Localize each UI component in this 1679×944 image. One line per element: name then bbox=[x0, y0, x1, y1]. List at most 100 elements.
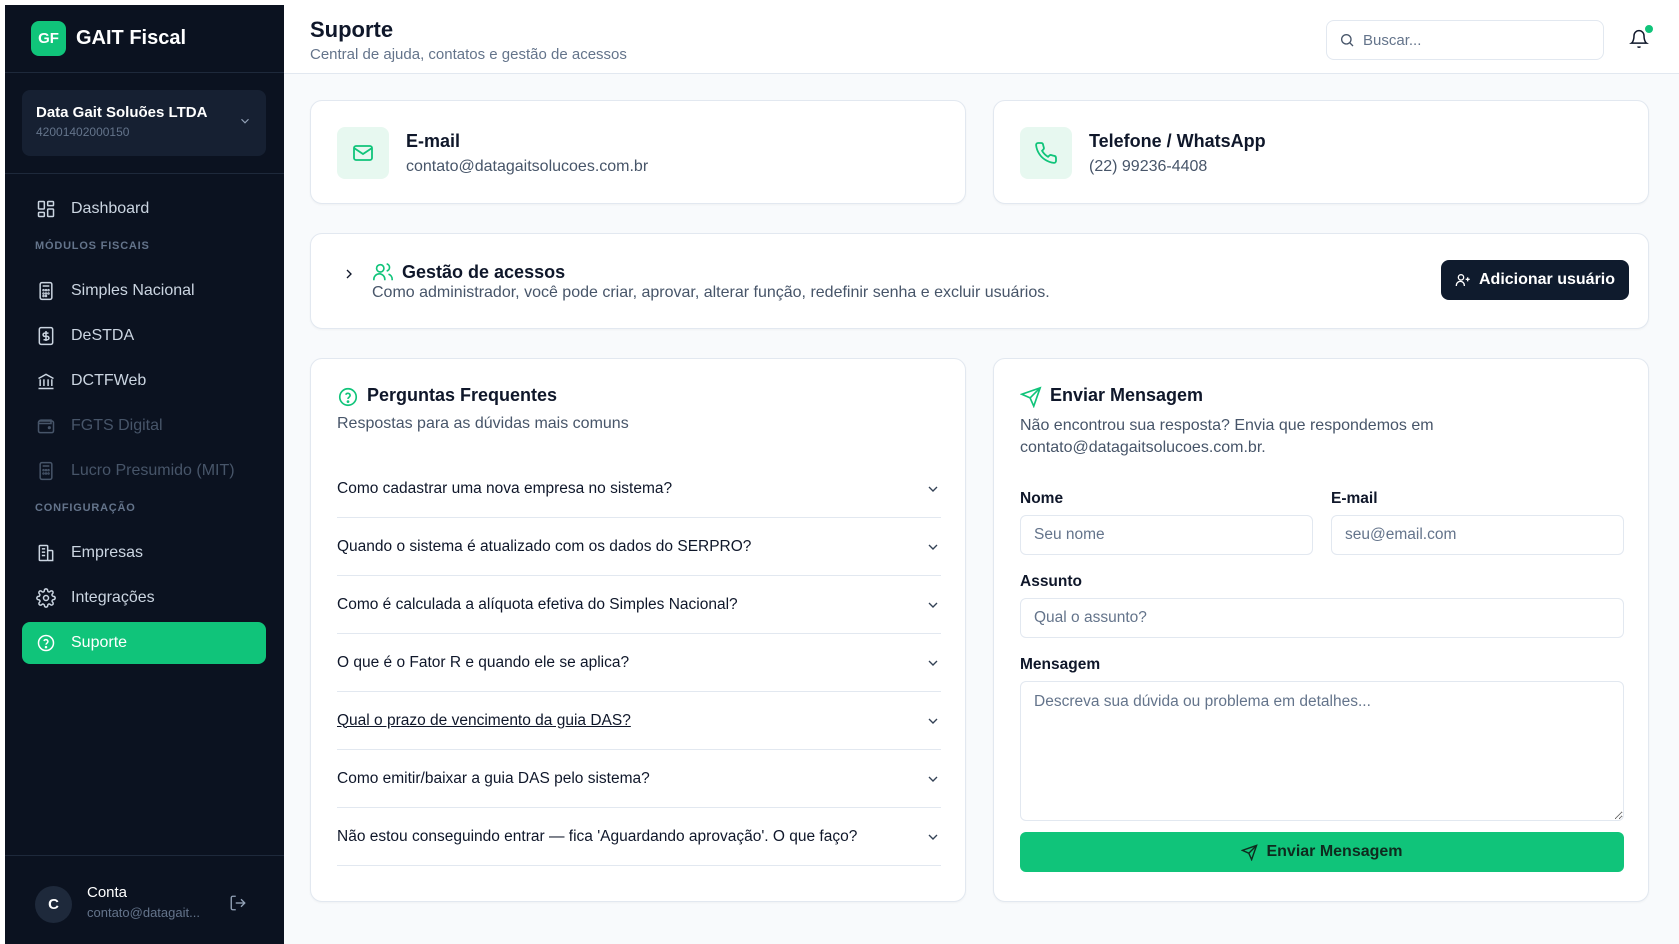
chevron-down-icon bbox=[928, 544, 938, 550]
sidebar-item-label: Lucro Presumido (MIT) bbox=[71, 462, 235, 479]
name-label: Nome bbox=[1020, 490, 1064, 507]
bank-icon bbox=[35, 370, 57, 392]
brand-name: GAIT Fiscal bbox=[76, 27, 187, 49]
page-subtitle: Central de ajuda, contatos e gestão de a… bbox=[310, 46, 627, 63]
sidebar-item-simples-nacional[interactable]: Simples Nacional bbox=[22, 270, 266, 312]
faq-item[interactable]: Como cadastrar uma nova empresa no siste… bbox=[337, 460, 941, 518]
subject-field[interactable] bbox=[1020, 598, 1624, 638]
sidebar-item-dashboard[interactable]: Dashboard bbox=[22, 188, 266, 230]
wallet-icon bbox=[35, 415, 57, 437]
sidebar-item-label: DCTFWeb bbox=[71, 372, 147, 389]
faq-item[interactable]: Quando o sistema é atualizado com os dad… bbox=[337, 518, 941, 576]
faq-item[interactable]: Como emitir/baixar a guia DAS pelo siste… bbox=[337, 750, 941, 808]
faq-question: Como emitir/baixar a guia DAS pelo siste… bbox=[337, 769, 650, 787]
help-circle-icon bbox=[35, 632, 57, 654]
user-plus-icon bbox=[1455, 274, 1470, 286]
brand[interactable]: GF GAIT Fiscal bbox=[5, 5, 284, 73]
faq-question: O que é o Fator R e quando ele se aplica… bbox=[337, 653, 630, 671]
users-icon bbox=[373, 263, 393, 281]
sidebar-item-label: Simples Nacional bbox=[71, 282, 195, 299]
faq-card: Perguntas Frequentes Respostas para as d… bbox=[310, 358, 966, 902]
email-contact-card: E-mail contato@datagaitsolucoes.com.br bbox=[310, 100, 966, 204]
sidebar-item-label: DeSTDA bbox=[71, 327, 135, 344]
access-management-card[interactable]: Gestão de acessos Como administrador, vo… bbox=[310, 233, 1649, 329]
faq-question: Não estou conseguindo entrar — fica 'Agu… bbox=[337, 827, 858, 845]
brand-logo: GF bbox=[31, 21, 66, 56]
message-description: Não encontrou sua resposta? Envia que re… bbox=[1020, 417, 1434, 456]
notification-dot bbox=[1645, 25, 1653, 33]
message-title: Enviar Mensagem bbox=[1050, 385, 1204, 405]
send-message-button[interactable]: Enviar Mensagem bbox=[1020, 832, 1624, 872]
chevron-down-icon bbox=[928, 602, 938, 608]
send-message-label: Enviar Mensagem bbox=[1266, 843, 1403, 860]
mail-icon bbox=[337, 127, 389, 179]
building-icon bbox=[35, 542, 57, 564]
page-title: Suporte bbox=[310, 17, 394, 42]
chevron-right-icon[interactable] bbox=[341, 266, 357, 282]
gear-icon bbox=[35, 587, 57, 609]
faq-question: Como cadastrar uma nova empresa no siste… bbox=[337, 479, 673, 497]
phone-value[interactable]: (22) 99236-4408 bbox=[1089, 158, 1207, 176]
faq-question: Qual o prazo de vencimento da guia DAS? bbox=[337, 711, 631, 729]
sidebar-item-lucro-presumido: Lucro Presumido (MIT) bbox=[22, 450, 266, 492]
email-label: E-mail bbox=[406, 131, 461, 151]
phone-icon bbox=[1020, 127, 1072, 179]
company-cnpj: 42001402000150 bbox=[36, 125, 130, 139]
sidebar-item-suporte[interactable]: Suporte bbox=[22, 622, 266, 664]
phone-contact-card: Telefone / WhatsApp (22) 99236-4408 bbox=[993, 100, 1649, 204]
message-textarea[interactable] bbox=[1020, 681, 1624, 821]
chevron-down-icon bbox=[928, 718, 938, 724]
faq-question: Quando o sistema é atualizado com os dad… bbox=[337, 537, 752, 555]
faq-item[interactable]: Não estou conseguindo entrar — fica 'Agu… bbox=[337, 808, 941, 866]
email-value[interactable]: contato@datagaitsolucoes.com.br bbox=[406, 158, 648, 176]
account-panel: C Conta contato@datagait... bbox=[5, 855, 284, 944]
sidebar-item-label: Empresas bbox=[71, 544, 144, 561]
message-label: Mensagem bbox=[1020, 656, 1101, 673]
account-name: Conta bbox=[87, 884, 128, 901]
app-frame: GF GAIT Fiscal Data Gait Soluões LTDA 42… bbox=[5, 5, 1679, 944]
section-label-config: CONFIGURAÇÃO bbox=[35, 502, 136, 514]
faq-item[interactable]: Qual o prazo de vencimento da guia DAS? bbox=[337, 692, 941, 750]
account-email: contato@datagait... bbox=[87, 905, 200, 920]
access-description: Como administrador, você pode criar, apr… bbox=[372, 284, 1050, 301]
chevron-down-icon bbox=[928, 486, 938, 492]
sidebar-item-integracoes[interactable]: Integrações bbox=[22, 577, 266, 619]
chevron-down-icon bbox=[241, 118, 249, 124]
help-circle-icon bbox=[338, 387, 358, 407]
faq-question: Como é calculada a alíquota efetiva do S… bbox=[337, 595, 738, 613]
company-selector[interactable]: Data Gait Soluões LTDA 42001402000150 bbox=[22, 90, 266, 156]
add-user-button[interactable]: Adicionar usuário bbox=[1441, 260, 1629, 300]
chevron-down-icon bbox=[928, 776, 938, 782]
sidebar-item-label: Integrações bbox=[71, 589, 155, 606]
calculator-icon bbox=[35, 280, 57, 302]
email-field[interactable] bbox=[1331, 515, 1624, 555]
logout-icon[interactable] bbox=[229, 894, 247, 912]
avatar[interactable]: C bbox=[35, 886, 72, 923]
company-name: Data Gait Soluões LTDA bbox=[36, 104, 208, 121]
sidebar-item-destda[interactable]: DeSTDA bbox=[22, 315, 266, 357]
faq-subtitle: Respostas para as dúvidas mais comuns bbox=[337, 415, 629, 432]
faq-list: Como cadastrar uma nova empresa no siste… bbox=[337, 460, 941, 866]
top-header: Suporte Central de ajuda, contatos e ges… bbox=[284, 5, 1679, 74]
add-user-label: Adicionar usuário bbox=[1478, 271, 1616, 288]
sidebar-item-label: Suporte bbox=[71, 634, 128, 651]
search-icon bbox=[1341, 34, 1354, 47]
send-message-card: Enviar Mensagem Não encontrou sua respos… bbox=[993, 358, 1649, 902]
faq-item[interactable]: O que é o Fator R e quando ele se aplica… bbox=[337, 634, 941, 692]
email-field-label: E-mail bbox=[1331, 490, 1378, 507]
sidebar-item-label: FGTS Digital bbox=[71, 417, 163, 434]
dollar-doc-icon bbox=[35, 325, 57, 347]
sidebar-divider bbox=[5, 173, 284, 174]
sidebar-item-dctfweb[interactable]: DCTFWeb bbox=[22, 360, 266, 402]
name-field[interactable] bbox=[1020, 515, 1313, 555]
sidebar: GF GAIT Fiscal Data Gait Soluões LTDA 42… bbox=[5, 5, 284, 944]
access-title: Gestão de acessos bbox=[402, 262, 566, 282]
faq-item[interactable]: Como é calculada a alíquota efetiva do S… bbox=[337, 576, 941, 634]
notifications-button[interactable] bbox=[1629, 25, 1653, 51]
subject-label: Assunto bbox=[1020, 573, 1082, 590]
calculator-icon bbox=[35, 460, 57, 482]
search-input[interactable] bbox=[1363, 31, 1583, 49]
send-icon bbox=[1020, 386, 1042, 408]
sidebar-item-empresas[interactable]: Empresas bbox=[22, 532, 266, 574]
search-box[interactable] bbox=[1326, 20, 1604, 60]
